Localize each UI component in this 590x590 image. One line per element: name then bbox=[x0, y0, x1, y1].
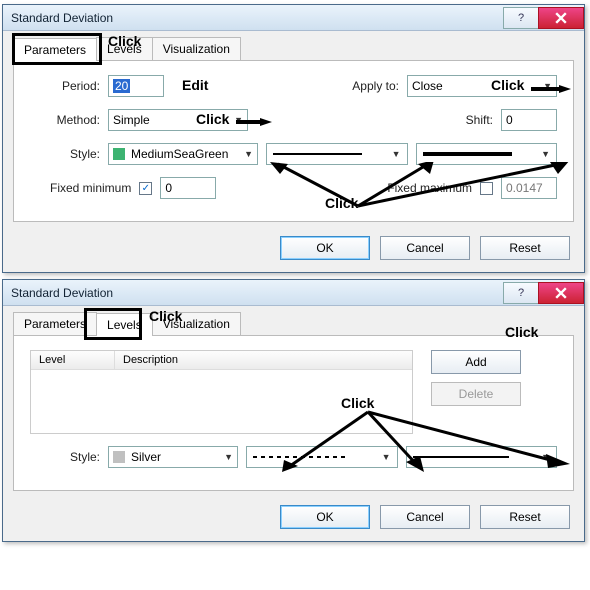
method-label: Method: bbox=[30, 113, 100, 127]
chevron-down-icon: ▼ bbox=[234, 115, 243, 125]
line-width-icon bbox=[413, 456, 509, 458]
line-width-select[interactable]: ▼ bbox=[406, 446, 558, 468]
button-bar: OK Cancel Reset bbox=[3, 226, 584, 272]
parameters-panel: Period: 20 Apply to: Close▼ Method: Simp… bbox=[13, 61, 574, 222]
add-button[interactable]: Add bbox=[431, 350, 521, 374]
shift-label: Shift: bbox=[466, 113, 493, 127]
line-sample-icon bbox=[273, 153, 362, 155]
apply-label: Apply to: bbox=[352, 79, 399, 93]
color-swatch-icon bbox=[113, 451, 125, 463]
chevron-down-icon: ▼ bbox=[224, 452, 233, 462]
chevron-down-icon: ▼ bbox=[244, 149, 253, 159]
tab-visualization[interactable]: Visualization bbox=[152, 312, 241, 335]
levels-panel: Level Description Add Delete Style: Silv… bbox=[13, 336, 574, 491]
tab-levels[interactable]: Levels bbox=[96, 313, 153, 336]
fixed-min-checkbox[interactable]: ✓ bbox=[139, 182, 152, 195]
col-description: Description bbox=[115, 351, 412, 369]
tab-levels[interactable]: Levels bbox=[96, 37, 153, 60]
apply-select[interactable]: Close▼ bbox=[407, 75, 557, 97]
help-button[interactable]: ? bbox=[503, 7, 539, 29]
delete-button: Delete bbox=[431, 382, 521, 406]
fixed-max-checkbox[interactable] bbox=[480, 182, 493, 195]
color-select[interactable]: MediumSeaGreen ▼ bbox=[108, 143, 258, 165]
close-button[interactable] bbox=[538, 282, 584, 304]
tab-strip: Parameters Levels Visualization bbox=[13, 37, 574, 61]
fixed-max-input: 0.0147 bbox=[501, 177, 557, 199]
style-label: Style: bbox=[30, 450, 100, 464]
col-level: Level bbox=[31, 351, 115, 369]
dialog-levels: Standard Deviation ? Parameters Levels V… bbox=[2, 279, 585, 542]
tab-parameters[interactable]: Parameters bbox=[13, 312, 97, 335]
color-select[interactable]: Silver ▼ bbox=[108, 446, 238, 468]
levels-table[interactable]: Level Description bbox=[30, 350, 413, 434]
shift-input[interactable]: 0 bbox=[501, 109, 557, 131]
window-title: Standard Deviation bbox=[11, 11, 113, 25]
cancel-button[interactable]: Cancel bbox=[380, 236, 470, 260]
line-width-select[interactable]: ▼ bbox=[416, 143, 558, 165]
button-bar: OK Cancel Reset bbox=[3, 495, 584, 541]
tab-visualization[interactable]: Visualization bbox=[152, 37, 241, 60]
titlebar: Standard Deviation ? bbox=[3, 5, 584, 31]
tab-strip: Parameters Levels Visualization bbox=[13, 312, 574, 336]
fixed-min-label: Fixed minimum bbox=[50, 181, 131, 195]
chevron-down-icon: ▼ bbox=[543, 81, 552, 91]
titlebar: Standard Deviation ? bbox=[3, 280, 584, 306]
line-style-select[interactable]: ▼ bbox=[266, 143, 408, 165]
levels-table-header: Level Description bbox=[31, 351, 412, 370]
window-title: Standard Deviation bbox=[11, 286, 113, 300]
line-width-icon bbox=[423, 152, 512, 156]
period-label: Period: bbox=[30, 79, 100, 93]
close-button[interactable] bbox=[538, 7, 584, 29]
dialog-parameters: Standard Deviation ? Parameters Levels V… bbox=[2, 4, 585, 273]
color-swatch-icon bbox=[113, 148, 125, 160]
style-label: Style: bbox=[30, 147, 100, 161]
close-icon bbox=[555, 287, 567, 299]
line-style-select[interactable]: ▼ bbox=[246, 446, 398, 468]
tab-parameters[interactable]: Parameters bbox=[13, 38, 97, 61]
ok-button[interactable]: OK bbox=[280, 505, 370, 529]
reset-button[interactable]: Reset bbox=[480, 505, 570, 529]
close-icon bbox=[555, 12, 567, 24]
method-select[interactable]: Simple▼ bbox=[108, 109, 248, 131]
help-button[interactable]: ? bbox=[503, 282, 539, 304]
ok-button[interactable]: OK bbox=[280, 236, 370, 260]
reset-button[interactable]: Reset bbox=[480, 236, 570, 260]
fixed-min-input[interactable]: 0 bbox=[160, 177, 216, 199]
line-sample-icon bbox=[253, 456, 349, 458]
fixed-max-label: Fixed maximum bbox=[387, 181, 472, 195]
period-input[interactable]: 20 bbox=[108, 75, 164, 97]
cancel-button[interactable]: Cancel bbox=[380, 505, 470, 529]
